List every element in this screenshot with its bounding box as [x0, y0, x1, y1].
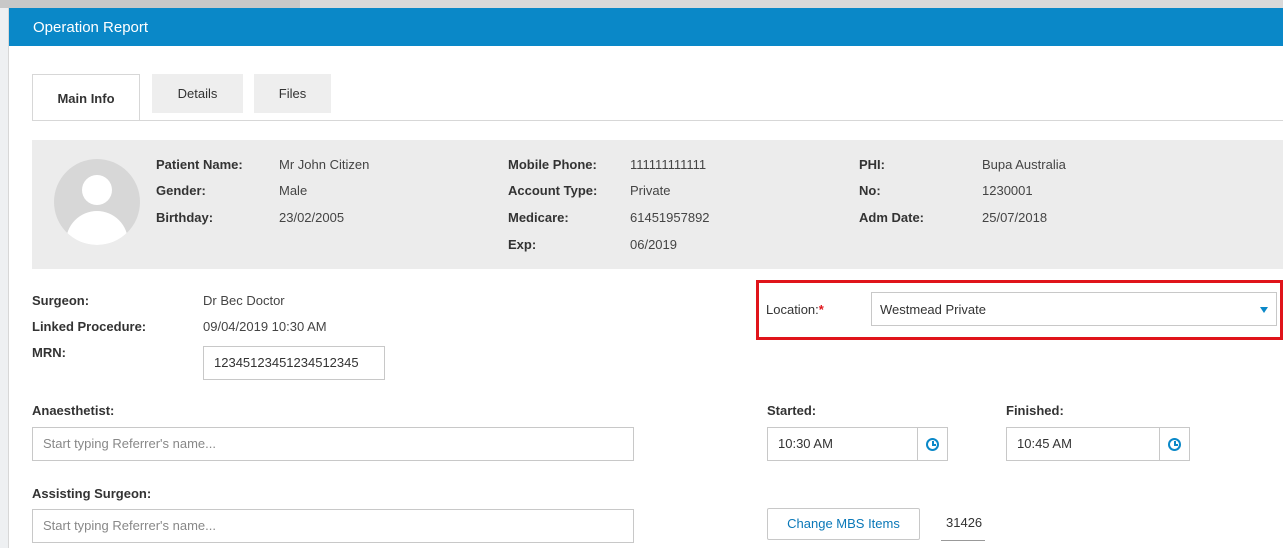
- adm-date-value: 25/07/2018: [982, 210, 1048, 225]
- anaesthetist-input[interactable]: Start typing Referrer's name...: [32, 427, 634, 461]
- tab-details[interactable]: Details: [152, 74, 243, 113]
- mbs-underline: [941, 540, 985, 541]
- location-selected-value: Westmead Private: [880, 302, 986, 317]
- window-titlebar: Operation Report: [9, 8, 1283, 46]
- patient-summary-panel: Patient Name: Mr John Citizen Gender: Ma…: [32, 140, 1283, 269]
- mrn-label: MRN:: [32, 345, 66, 360]
- gender-value: Male: [279, 183, 308, 198]
- patient-name-label: Patient Name:: [156, 157, 243, 172]
- user-avatar-icon: [54, 159, 140, 245]
- gender-label: Gender:: [156, 183, 206, 198]
- mbs-item-number: 31426: [946, 515, 983, 530]
- tab-details-label: Details: [177, 86, 218, 101]
- medicare-label: Medicare:: [508, 210, 569, 225]
- top-strip-tab: [0, 0, 300, 8]
- tab-main-info-label: Main Info: [57, 91, 115, 106]
- finished-clock-button[interactable]: [1159, 427, 1190, 461]
- no-label: No:: [859, 183, 881, 198]
- change-mbs-items-button[interactable]: Change MBS Items: [767, 508, 920, 540]
- finished-time-input[interactable]: 10:45 AM: [1006, 427, 1160, 461]
- patient-name-value: Mr John Citizen: [279, 157, 370, 172]
- assisting-surgeon-label: Assisting Surgeon:: [32, 486, 152, 501]
- caret-down-icon: [1260, 307, 1268, 313]
- finished-label: Finished:: [1006, 403, 1064, 418]
- top-strip: [0, 0, 1283, 8]
- clock-icon: [926, 438, 939, 451]
- tab-files-label: Files: [278, 86, 307, 101]
- account-type-label: Account Type:: [508, 183, 598, 198]
- mobile-value: 111111111111: [630, 157, 707, 172]
- started-time-input[interactable]: 10:30 AM: [767, 427, 918, 461]
- left-edge: [0, 8, 9, 548]
- birthday-label: Birthday:: [156, 210, 214, 225]
- exp-label: Exp:: [508, 237, 537, 252]
- location-label: Location:*: [766, 302, 824, 317]
- adm-date-label: Adm Date:: [859, 210, 925, 225]
- location-select[interactable]: Westmead Private: [871, 292, 1277, 326]
- window-title: Operation Report: [33, 19, 149, 36]
- surgeon-label: Surgeon:: [32, 293, 90, 308]
- account-type-value: Private: [630, 183, 671, 198]
- phi-value: Bupa Australia: [982, 157, 1066, 172]
- mobile-label: Mobile Phone:: [508, 157, 597, 172]
- tab-divider: [32, 120, 1283, 121]
- location-label-text: Location:: [766, 302, 819, 317]
- linked-procedure-value: 09/04/2019 10:30 AM: [203, 319, 327, 334]
- medicare-value: 61451957892: [630, 210, 710, 225]
- started-label: Started:: [767, 403, 817, 418]
- surgeon-value: Dr Bec Doctor: [203, 293, 285, 308]
- started-clock-button[interactable]: [917, 427, 948, 461]
- tab-main-info[interactable]: Main Info: [32, 74, 140, 121]
- tab-files[interactable]: Files: [254, 74, 331, 113]
- required-marker: *: [818, 302, 824, 317]
- tab-bar: Main Info Details Files: [32, 74, 1283, 121]
- mrn-field[interactable]: 12345123451234512345: [203, 346, 385, 380]
- phi-label: PHI:: [859, 157, 885, 172]
- linked-procedure-label: Linked Procedure:: [32, 319, 147, 334]
- birthday-value: 23/02/2005: [279, 210, 345, 225]
- assisting-surgeon-input[interactable]: Start typing Referrer's name...: [32, 509, 634, 543]
- clock-icon: [1168, 438, 1181, 451]
- no-value: 1230001: [982, 183, 1033, 198]
- anaesthetist-label: Anaesthetist:: [32, 403, 115, 418]
- exp-value: 06/2019: [630, 237, 677, 252]
